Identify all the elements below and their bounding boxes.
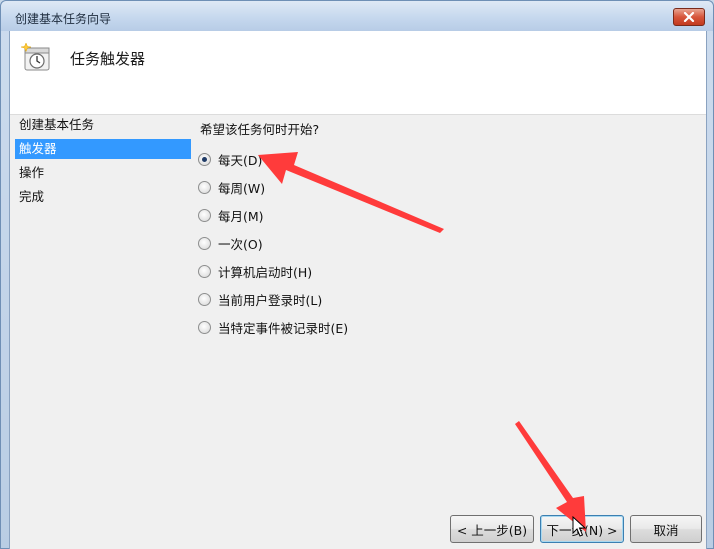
- scheduler-clock-icon: [20, 42, 50, 71]
- option-monthly[interactable]: 每月(M): [198, 205, 264, 225]
- radio-on-event[interactable]: [198, 320, 211, 334]
- option-on-logon[interactable]: 当前用户登录时(L): [198, 289, 322, 309]
- option-on-startup[interactable]: 计算机启动时(H): [198, 261, 312, 281]
- option-monthly-label: 每月(M): [218, 208, 264, 224]
- nav-item-create-basic-task[interactable]: 创建基本任务: [15, 115, 191, 135]
- option-daily[interactable]: 每天(D): [198, 149, 262, 169]
- option-on-event-label: 当特定事件被记录时(E): [218, 320, 349, 336]
- option-once-label: 一次(O): [218, 236, 263, 252]
- close-button[interactable]: [673, 8, 705, 26]
- option-weekly[interactable]: 每周(W): [198, 177, 265, 197]
- nav-item-trigger[interactable]: 触发器: [15, 139, 191, 159]
- close-icon: [683, 12, 695, 22]
- radio-on-startup[interactable]: [198, 264, 211, 278]
- wizard-body: 任务触发器 创建基本任务 触发器 操作 完成 希望该任务何时开始? 每天(D) …: [9, 31, 707, 549]
- mouse-cursor-icon: [572, 516, 586, 537]
- option-weekly-label: 每周(W): [218, 180, 266, 196]
- radio-monthly[interactable]: [198, 208, 211, 222]
- nav-item-finish[interactable]: 完成: [15, 187, 191, 207]
- page-title: 任务触发器: [70, 50, 146, 68]
- window-title: 创建基本任务向导: [15, 12, 112, 26]
- option-daily-label: 每天(D): [218, 152, 263, 168]
- cancel-button[interactable]: 取消: [630, 515, 702, 543]
- wizard-steps-nav: 创建基本任务 触发器 操作 完成: [14, 115, 191, 515]
- radio-weekly[interactable]: [198, 180, 211, 194]
- wizard-window: 创建基本任务向导 任务触发器 创建基本任务 触发器 操作 完成 希望该任务何时开…: [0, 0, 714, 549]
- wizard-header: 任务触发器: [10, 31, 706, 115]
- option-on-event[interactable]: 当特定事件被记录时(E): [198, 317, 348, 337]
- back-button[interactable]: < 上一步(B): [450, 515, 534, 543]
- radio-once[interactable]: [198, 236, 211, 250]
- radio-daily[interactable]: [198, 152, 211, 166]
- trigger-question: 希望该任务何时开始?: [200, 122, 320, 137]
- option-once[interactable]: 一次(O): [198, 233, 263, 253]
- title-bar[interactable]: 创建基本任务向导: [1, 1, 713, 31]
- option-on-startup-label: 计算机启动时(H): [218, 264, 313, 280]
- nav-item-action[interactable]: 操作: [15, 163, 191, 183]
- option-on-logon-label: 当前用户登录时(L): [218, 292, 323, 308]
- radio-on-logon[interactable]: [198, 292, 211, 306]
